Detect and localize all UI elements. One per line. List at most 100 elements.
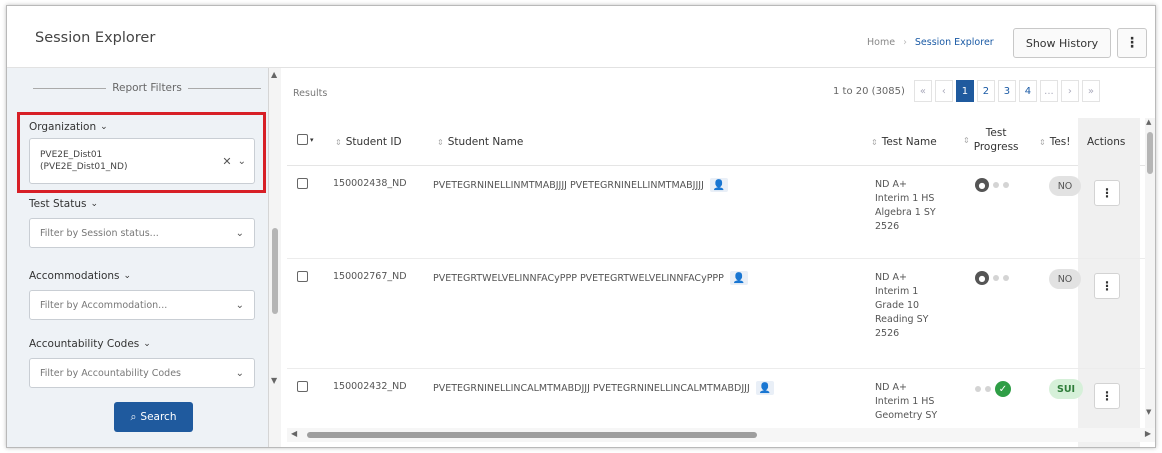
- sort-icon: ⇕: [335, 137, 342, 147]
- student-name-text: PVETEGRTWELVELINNFACyPPP PVETEGRTWELVELI…: [433, 272, 724, 284]
- pagination: 1 to 20 (3085) « ‹ 1 2 3 4 ... › »: [833, 80, 1100, 102]
- progress-dot: [993, 275, 999, 281]
- scrollbar-thumb[interactable]: [1147, 132, 1153, 174]
- student-name: PVETEGRNINELLINMTMABJJJJ PVETEGRNINELLIN…: [433, 178, 728, 192]
- check-circle-icon: ✓: [995, 381, 1011, 397]
- table-vertical-scrollbar[interactable]: ▲ ▼: [1145, 118, 1155, 428]
- test-progress: ●: [975, 178, 1009, 192]
- test-name-line: ND A+: [875, 382, 907, 393]
- report-filters-heading: Report Filters: [33, 82, 261, 94]
- student-avatar-icon: ●: [975, 271, 989, 285]
- student-avatar-icon: ●: [975, 178, 989, 192]
- app-window: Session Explorer Home › Session Explorer…: [6, 5, 1156, 448]
- student-name-text: PVETEGRNINELLINCALMTMABDJJJ PVETEGRNINEL…: [433, 382, 750, 394]
- test-name-line: 2526: [875, 328, 900, 339]
- chevron-down-icon: ⌄: [90, 199, 99, 209]
- student-id: 150002432_ND: [333, 381, 407, 392]
- chevron-down-icon: ⌄: [235, 227, 244, 239]
- prev-page-icon[interactable]: ‹: [934, 80, 953, 102]
- filters-scrollbar[interactable]: ▲ ▼: [269, 68, 281, 447]
- accommodations-select[interactable]: Filter by Accommodation... ⌄: [29, 290, 255, 320]
- page-ellipsis[interactable]: ...: [1039, 80, 1058, 102]
- page-button[interactable]: 1: [955, 80, 974, 102]
- accommodations-placeholder: Filter by Accommodation...: [40, 299, 168, 311]
- more-options-icon[interactable]: ⋮: [1117, 28, 1147, 58]
- test-name: ND A+ Interim 1 Grade 10 Reading SY 2526: [875, 271, 947, 341]
- student-id: 150002438_ND: [333, 178, 407, 189]
- table-row[interactable]: 150002432_ND PVETEGRNINELLINCALMTMABDJJJ…: [287, 369, 1145, 429]
- table-row[interactable]: 150002438_ND PVETEGRNINELLINMTMABJJJJ PV…: [287, 166, 1145, 259]
- column-test-progress-label-2: Progress: [973, 141, 1019, 153]
- accountability-codes-label[interactable]: Accountability Codes ⌄: [29, 338, 151, 350]
- scroll-left-icon[interactable]: ◀: [291, 429, 297, 438]
- column-test-progress-label-1: Test: [985, 127, 1007, 139]
- test-progress: ✓: [975, 381, 1011, 397]
- column-test-name[interactable]: ⇕ Test Name: [871, 136, 937, 148]
- progress-dot: [975, 386, 981, 392]
- chevron-down-icon: ⌄: [143, 339, 151, 349]
- results-label: Results: [293, 88, 328, 99]
- accountability-codes-placeholder: Filter by Accountability Codes: [40, 367, 181, 379]
- column-test-status[interactable]: ⇕ Tes!: [1039, 136, 1070, 148]
- page-button[interactable]: 3: [997, 80, 1016, 102]
- test-status-select[interactable]: Filter by Session status... ⌄: [29, 218, 255, 248]
- person-icon[interactable]: 👤: [709, 178, 728, 192]
- student-name: PVETEGRNINELLINCALMTMABDJJJ PVETEGRNINEL…: [433, 381, 774, 395]
- breadcrumb: Home › Session Explorer: [867, 37, 994, 48]
- student-name: PVETEGRTWELVELINNFACyPPP PVETEGRTWELVELI…: [433, 271, 748, 285]
- last-page-icon[interactable]: »: [1081, 80, 1100, 102]
- sort-icon: ⇕: [1039, 137, 1046, 147]
- test-name-line: ND A+: [875, 272, 907, 283]
- scroll-down-icon[interactable]: ▼: [1146, 408, 1151, 416]
- select-all-checkbox[interactable]: ▾: [297, 134, 314, 145]
- caret-down-icon[interactable]: ▾: [310, 136, 314, 144]
- test-name-line: ND A+: [875, 179, 907, 190]
- table-header: ▾ ⇕ Student ID ⇕ Student Name ⇕ Test Nam…: [287, 118, 1145, 166]
- table-row[interactable]: 150002767_ND PVETEGRTWELVELINNFACyPPP PV…: [287, 259, 1145, 369]
- column-student-name[interactable]: ⇕ Student Name: [437, 136, 523, 148]
- accountability-codes-label-text: Accountability Codes: [29, 338, 140, 350]
- student-id: 150002767_ND: [333, 271, 407, 282]
- student-name-text: PVETEGRNINELLINMTMABJJJJ PVETEGRNINELLIN…: [433, 179, 704, 191]
- column-student-id-label: Student ID: [345, 136, 402, 148]
- page-button[interactable]: 4: [1018, 80, 1037, 102]
- chevron-down-icon: ⌄: [235, 367, 244, 379]
- show-history-button[interactable]: Show History: [1013, 28, 1111, 58]
- breadcrumb-home[interactable]: Home: [867, 37, 895, 48]
- first-page-icon[interactable]: «: [913, 80, 932, 102]
- accommodations-label[interactable]: Accommodations ⌄: [29, 270, 131, 282]
- row-checkbox[interactable]: [297, 178, 308, 189]
- test-name-line: Geometry SY: [875, 410, 938, 421]
- next-page-icon[interactable]: ›: [1060, 80, 1079, 102]
- test-status-label[interactable]: Test Status ⌄: [29, 198, 98, 210]
- row-checkbox[interactable]: [297, 381, 308, 392]
- progress-dot: [993, 182, 999, 188]
- row-checkbox[interactable]: [297, 271, 308, 282]
- test-name-line: Reading SY: [875, 314, 929, 325]
- checkbox[interactable]: [297, 134, 308, 145]
- breadcrumb-current[interactable]: Session Explorer: [915, 37, 994, 48]
- person-icon[interactable]: 👤: [755, 381, 774, 395]
- divider: [187, 87, 261, 89]
- column-test-progress-label: Test Progress: [974, 126, 1019, 154]
- search-button[interactable]: ⌕ Search: [114, 402, 193, 432]
- status-badge: NO: [1049, 176, 1081, 196]
- chevron-down-icon: ⌄: [123, 271, 132, 281]
- accommodations-label-text: Accommodations: [29, 270, 120, 282]
- scroll-right-icon[interactable]: ▶: [1145, 429, 1151, 438]
- scroll-up-icon[interactable]: ▲: [271, 70, 277, 79]
- page-button[interactable]: 2: [976, 80, 995, 102]
- person-icon[interactable]: 👤: [729, 271, 748, 285]
- scroll-down-icon[interactable]: ▼: [271, 376, 277, 385]
- status-badge: SUI: [1049, 379, 1084, 399]
- accountability-codes-select[interactable]: Filter by Accountability Codes ⌄: [29, 358, 255, 388]
- scrollbar-thumb[interactable]: [272, 228, 278, 314]
- test-status-placeholder: Filter by Session status...: [40, 227, 159, 239]
- column-student-id[interactable]: ⇕ Student ID: [335, 136, 402, 148]
- table-horizontal-scrollbar[interactable]: ◀ ▶: [287, 428, 1155, 442]
- scrollbar-thumb[interactable]: [307, 432, 757, 438]
- column-test-progress[interactable]: ⇕ Test Progress: [963, 126, 1019, 154]
- column-student-name-label: Student Name: [447, 136, 524, 148]
- scroll-up-icon[interactable]: ▲: [1146, 118, 1151, 126]
- progress-dot: [985, 386, 991, 392]
